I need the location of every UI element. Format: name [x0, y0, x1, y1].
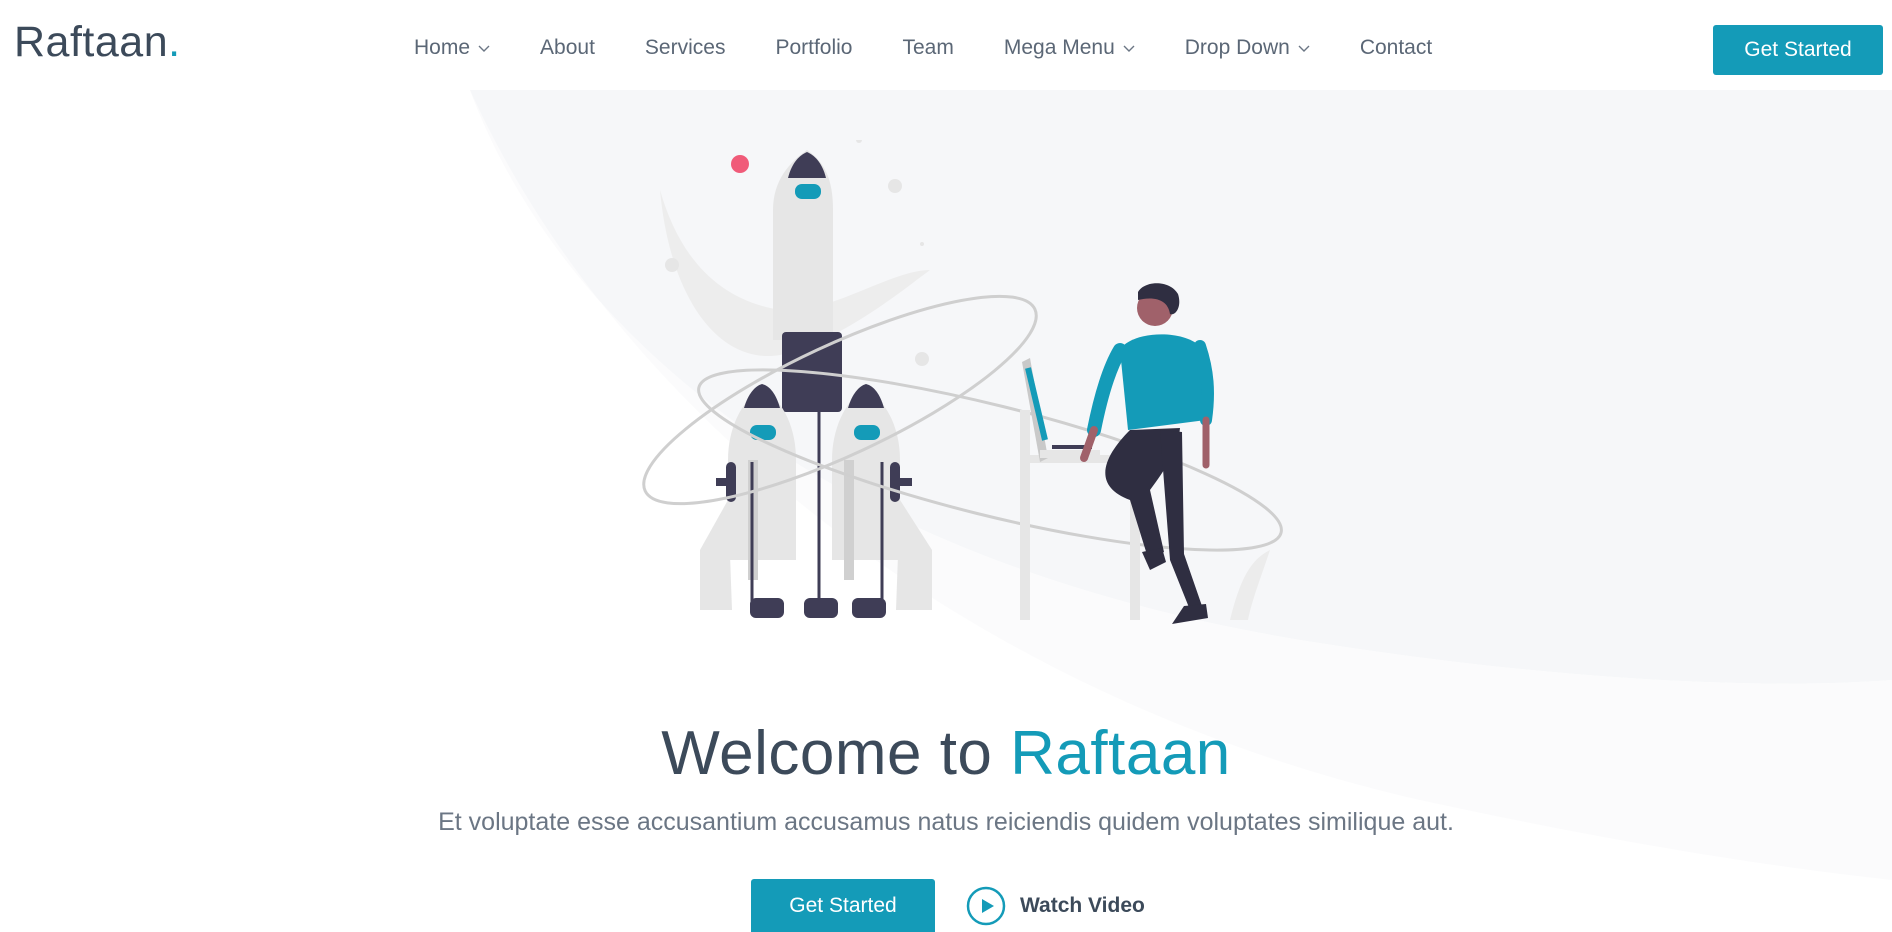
nav-item-contact[interactable]: Contact [1360, 36, 1432, 60]
nav-item-label: Mega Menu [1003, 36, 1115, 59]
watch-video-label: Watch Video [1020, 894, 1145, 917]
watch-video-button[interactable]: Watch Video [966, 886, 1145, 926]
hero-subtitle: Et voluptate esse accusantium accusamus … [438, 808, 1454, 836]
nav-item-label: Contact [1359, 36, 1433, 59]
nav-item-label: Services [644, 36, 726, 59]
site-logo[interactable]: Raftaan. [14, 18, 181, 67]
hero-title-prefix: Welcome to [661, 719, 1011, 788]
site-header: Raftaan. Home About Services Portfolio T… [0, 0, 1892, 100]
nav-item-drop-down[interactable]: Drop Down [1185, 36, 1310, 60]
nav-item-team[interactable]: Team [903, 36, 954, 60]
chevron-down-icon [1298, 42, 1310, 54]
logo-dot: . [168, 18, 181, 66]
logo-text: Raftaan [14, 18, 169, 66]
nav-item-label: Drop Down [1184, 36, 1290, 59]
play-circle-icon [966, 886, 1006, 926]
chevron-down-icon [478, 42, 490, 54]
nav-item-label: Portfolio [775, 36, 853, 59]
nav-item-home[interactable]: Home [414, 36, 490, 60]
hero-get-started-button[interactable]: Get Started [751, 879, 935, 932]
hero-title-accent: Raftaan [1010, 719, 1231, 788]
main-nav: Home About Services Portfolio Team Mega … [414, 36, 1482, 60]
nav-item-about[interactable]: About [540, 36, 595, 60]
nav-item-services[interactable]: Services [645, 36, 726, 60]
nav-item-portfolio[interactable]: Portfolio [775, 36, 852, 60]
nav-item-label: About [540, 36, 595, 59]
nav-item-mega-menu[interactable]: Mega Menu [1004, 36, 1135, 60]
rocket-launch-illustration [642, 140, 1283, 624]
chevron-down-icon [1123, 42, 1135, 54]
nav-item-label: Home [414, 36, 471, 59]
hero-title: Welcome to Raftaan [0, 718, 1892, 789]
header-get-started-button[interactable]: Get Started [1713, 25, 1883, 75]
nav-item-label: Team [902, 36, 954, 59]
